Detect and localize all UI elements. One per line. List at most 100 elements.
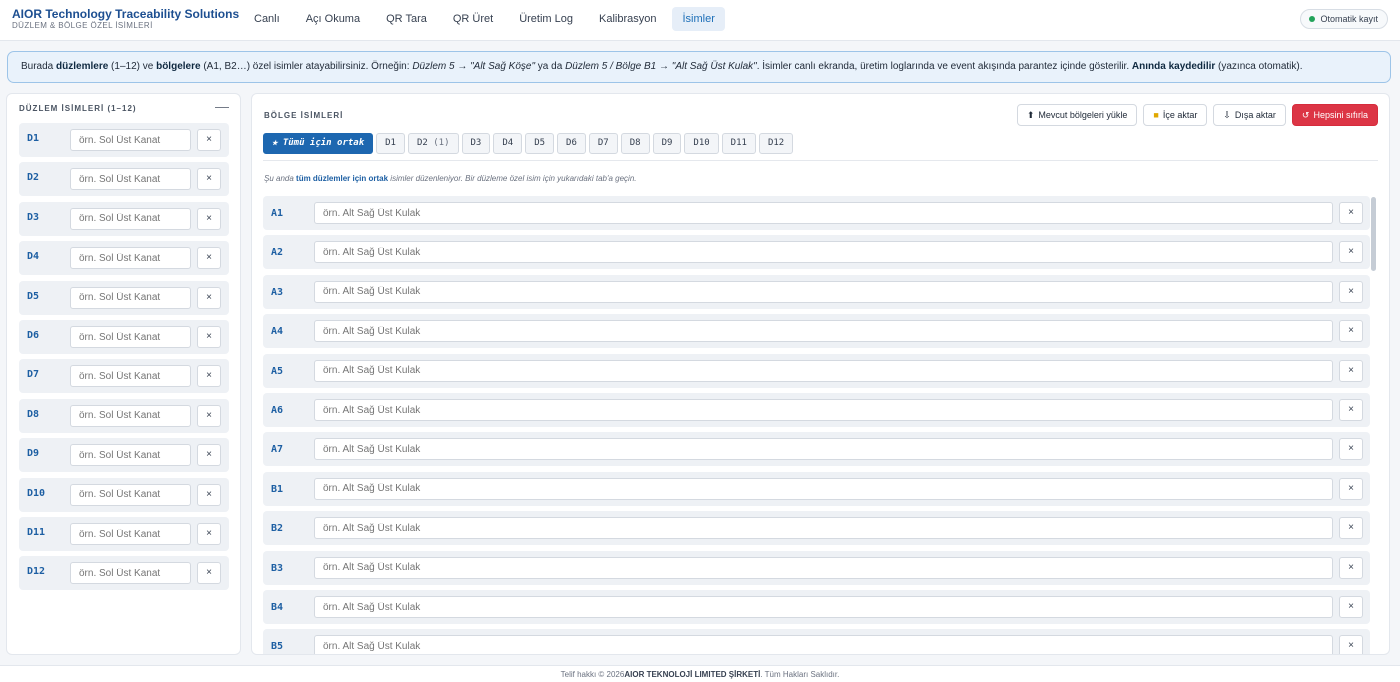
plane-key: D6 [27,330,40,341]
reset-all-label: Hepsini sıfırla [1313,110,1368,120]
plane-name-input[interactable] [70,129,191,151]
region-name-input[interactable] [314,438,1333,461]
nav-isimler[interactable]: İsimler [672,7,725,31]
tab-plane[interactable]: D1 [376,133,405,154]
info-banner: Burada düzlemlere (1–12) ve bölgelere (A… [7,51,1391,83]
brand: AIOR Technology Traceability Solutions D… [12,7,239,31]
region-row: A6 × [263,393,1370,427]
region-row: A4 × [263,314,1370,349]
divider [263,160,1378,161]
region-name-input[interactable] [314,359,1333,382]
clear-region-button[interactable]: × [1339,517,1363,540]
plane-name-input[interactable] [70,562,191,585]
region-name-input[interactable] [314,477,1333,500]
region-name-input[interactable] [314,241,1333,264]
info-bold: Anında kaydedilir [1131,61,1216,72]
nav-qr-uret[interactable]: QR Üret [443,7,503,31]
plane-name-input[interactable] [70,168,191,191]
scrollbar-thumb[interactable] [1371,197,1376,271]
plane-row: D12 × [19,556,229,591]
clear-plane-button[interactable]: × [197,365,221,388]
tab-plane[interactable]: D9 [652,133,682,154]
clear-region-button[interactable]: × [1339,477,1363,500]
tab-plane[interactable]: D6 [557,133,586,154]
nav-canli[interactable]: Canlı [244,7,290,31]
region-name-input[interactable] [314,320,1333,343]
region-key: A4 [271,326,284,338]
plane-name-input[interactable] [70,247,191,270]
region-key: A6 [271,405,284,416]
region-key: B1 [271,483,284,495]
clear-region-button[interactable]: × [1339,438,1363,461]
nav-uretim-log[interactable]: Üretim Log [509,7,583,31]
clear-region-button[interactable]: × [1339,280,1363,303]
plane-name-input[interactable] [70,207,191,230]
plane-names-panel: DÜZLEM İSİMLERİ (1–12) — D1 × D2 × D3 × D4 × D5 ×… [6,93,241,655]
plane-row: D10 × [19,477,229,512]
region-key: A3 [271,286,284,298]
reset-all-button[interactable]: ↺ Hepsini sıfırla [1291,104,1378,126]
region-key: A7 [271,444,284,456]
region-name-input[interactable] [314,517,1333,540]
plane-key: D3 [27,211,40,223]
tab-label: D2 [416,138,428,148]
region-name-input[interactable] [314,635,1333,654]
region-names-title: BÖLGE İSİMLERİ [264,111,344,120]
export-button[interactable]: ⇩ Dışa aktar [1213,104,1286,126]
hint-bold: tüm düzlemler için ortak [296,174,389,183]
tab-plane[interactable]: D11 [721,133,756,154]
region-name-input[interactable] [314,399,1333,421]
clear-plane-button[interactable]: × [197,207,221,230]
clear-plane-button[interactable]: × [197,404,221,427]
nav-aci-okuma[interactable]: Açı Okuma [296,7,370,31]
tab-common[interactable]: ★ Tümü için ortak [263,133,374,154]
plane-name-input[interactable] [70,404,191,427]
plane-name-input[interactable] [70,483,191,506]
load-regions-button[interactable]: ⬆ Mevcut bölgeleri yükle [1016,104,1138,126]
clear-plane-button[interactable]: × [197,523,221,545]
plane-name-input[interactable] [70,444,191,467]
clear-plane-button[interactable]: × [197,286,221,309]
clear-region-button[interactable]: × [1339,359,1363,382]
clear-region-button[interactable]: × [1339,320,1363,343]
plane-name-input[interactable] [70,523,191,545]
tab-plane[interactable]: D5 [525,133,555,154]
tab-plane[interactable]: D10 [684,133,719,154]
tab-plane[interactable]: D2 (1) [407,133,459,154]
plane-row: D1 × [19,123,229,157]
clear-plane-button[interactable]: × [197,444,221,467]
plane-row: D7 × [19,359,229,394]
clear-region-button[interactable]: × [1339,399,1363,421]
clear-region-button[interactable]: × [1339,556,1363,579]
nav-kalibrasyon[interactable]: Kalibrasyon [589,7,666,31]
tab-plane[interactable]: D3 [461,133,491,154]
clear-region-button[interactable]: × [1339,241,1363,264]
region-row: B1 × [263,471,1370,506]
region-name-input[interactable] [314,556,1333,579]
nav-qr-tara[interactable]: QR Tara [376,7,437,31]
collapse-button[interactable]: — [215,98,229,114]
tab-plane[interactable]: D8 [620,133,650,154]
region-name-input[interactable] [314,202,1333,224]
region-name-input[interactable] [314,280,1333,303]
plane-names-title: DÜZLEM İSİMLERİ (1–12) [19,104,137,113]
clear-plane-button[interactable]: × [197,483,221,506]
plane-name-input[interactable] [70,286,191,309]
region-name-input[interactable] [314,596,1333,618]
tab-plane[interactable]: D7 [588,133,618,154]
import-button[interactable]: ■ İçe aktar [1143,104,1208,126]
clear-region-button[interactable]: × [1339,596,1363,618]
plane-name-input[interactable] [70,365,191,388]
tab-plane[interactable]: D4 [493,133,523,154]
info-bold: bölgelere [156,61,201,72]
clear-plane-button[interactable]: × [197,129,221,151]
clear-region-button[interactable]: × [1339,202,1363,224]
clear-plane-button[interactable]: × [197,168,221,191]
plane-name-input[interactable] [70,326,191,348]
clear-region-button[interactable]: × [1339,635,1363,654]
tab-plane[interactable]: D12 [758,133,794,154]
clear-plane-button[interactable]: × [197,562,221,585]
clear-plane-button[interactable]: × [197,326,221,348]
clear-plane-button[interactable]: × [197,247,221,270]
region-names-panel: BÖLGE İSİMLERİ ⬆ Mevcut bölgeleri yükle ■… [251,93,1390,655]
